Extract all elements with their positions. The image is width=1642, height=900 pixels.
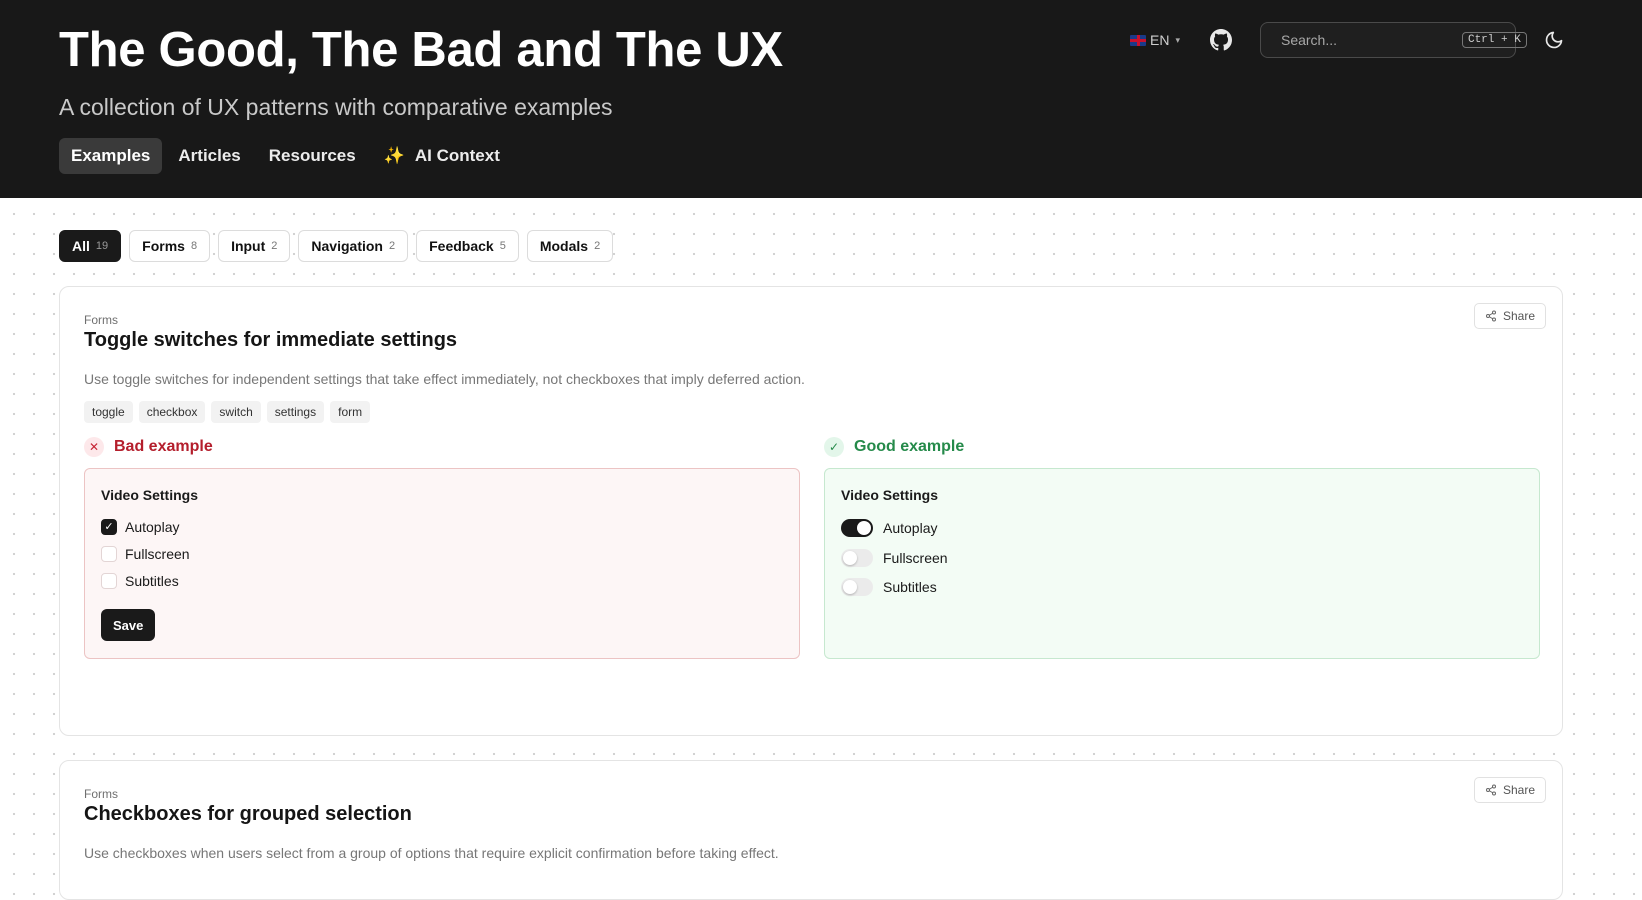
sparkle-icon: ✨: [383, 146, 405, 165]
filter-forms-count: 8: [190, 240, 198, 252]
bad-example-text: Bad example: [114, 438, 213, 455]
tag: switch: [211, 401, 261, 423]
share-icon: [1485, 310, 1496, 322]
checkbox-label: Subtitles: [125, 573, 179, 589]
card-description: Use toggle switches for independent sett…: [84, 371, 805, 387]
share-button[interactable]: Share: [1473, 777, 1546, 803]
filter-navigation[interactable]: Navigation 2: [298, 230, 409, 262]
filter-all-label: All: [72, 238, 90, 254]
save-button[interactable]: Save: [101, 609, 156, 641]
fullscreen-checkbox[interactable]: [101, 546, 117, 562]
x-icon: ✕: [84, 437, 104, 457]
nav-ai-context-label: AI Context: [414, 146, 500, 165]
good-example-label: ✓ Good example: [824, 437, 964, 457]
toggle-label: Autoplay: [883, 520, 938, 536]
filter-navigation-count: 2: [388, 240, 396, 252]
filter-all[interactable]: All 19: [59, 230, 122, 262]
category-filters: All 19 Forms 8 Input 2 Navigation 2 Feed…: [59, 230, 614, 262]
filter-modals-label: Modals: [539, 238, 589, 254]
toggle-knob: [843, 580, 857, 594]
tag: toggle: [84, 401, 133, 423]
checkbox-label: Autoplay: [125, 519, 180, 535]
moon-icon[interactable]: [1544, 30, 1564, 50]
good-example-text: Good example: [854, 438, 965, 455]
nav-articles-label: Articles: [178, 146, 241, 165]
example-card: Forms Toggle switches for immediate sett…: [59, 286, 1563, 736]
site-subtitle: A collection of UX patterns with compara…: [59, 94, 613, 120]
fullscreen-toggle[interactable]: [841, 549, 873, 567]
toggle-label: Fullscreen: [883, 550, 948, 566]
chevron-down-icon: ▾: [1175, 34, 1180, 45]
checkbox-label: Fullscreen: [125, 546, 190, 562]
filter-feedback[interactable]: Feedback 5: [416, 230, 519, 262]
language-label: EN: [1150, 32, 1170, 48]
card-category: Forms: [84, 313, 118, 327]
share-icon: [1485, 784, 1496, 796]
search-shortcut-badge: Ctrl + K: [1461, 32, 1527, 48]
autoplay-toggle-row[interactable]: Autoplay: [841, 519, 937, 537]
bad-example-panel: Video Settings ✓ Autoplay Fullscreen Sub…: [84, 468, 800, 659]
nav-resources-label: Resources: [268, 146, 356, 165]
example-card: Forms Checkboxes for grouped selection S…: [59, 760, 1563, 900]
card-description: Use checkboxes when users select from a …: [84, 845, 779, 861]
tag: checkbox: [138, 401, 206, 423]
subtitles-toggle-row[interactable]: Subtitles: [841, 578, 937, 596]
header-tools: EN ▾ Ctrl + K: [1130, 22, 1564, 58]
card-category: Forms: [84, 787, 118, 801]
card-title: Toggle switches for immediate settings: [84, 329, 458, 351]
check-icon: ✓: [824, 437, 844, 457]
share-label: Share: [1502, 309, 1535, 323]
share-label: Share: [1502, 783, 1535, 797]
filter-modals[interactable]: Modals 2: [526, 230, 614, 262]
check-icon: ✓: [104, 520, 114, 533]
filter-forms[interactable]: Forms 8: [129, 230, 211, 262]
fullscreen-toggle-row[interactable]: Fullscreen: [841, 549, 948, 567]
nav-examples-label: Examples: [71, 146, 151, 165]
nav-examples[interactable]: Examples: [59, 138, 163, 174]
github-icon[interactable]: [1209, 29, 1232, 51]
share-button[interactable]: Share: [1473, 303, 1546, 329]
bad-example-label: ✕ Bad example: [84, 437, 213, 457]
toggle-label: Subtitles: [883, 579, 937, 595]
subtitles-toggle[interactable]: [841, 578, 873, 596]
main-nav: Examples Articles Resources ✨ AI Context: [59, 138, 512, 174]
search-input[interactable]: [1280, 32, 1462, 48]
filter-feedback-label: Feedback: [429, 238, 494, 254]
good-example-panel: Video Settings Autoplay Fullscreen Subti…: [824, 468, 1540, 659]
site-header: The Good, The Bad and The UX A collectio…: [0, 0, 1642, 198]
language-switcher[interactable]: EN ▾: [1130, 32, 1180, 48]
filter-navigation-label: Navigation: [311, 238, 383, 254]
filter-input-label: Input: [231, 238, 266, 254]
tag: settings: [266, 401, 325, 423]
nav-resources[interactable]: Resources: [257, 138, 368, 174]
filter-forms-label: Forms: [142, 238, 185, 254]
filter-all-count: 19: [95, 240, 109, 252]
filter-modals-count: 2: [594, 240, 601, 252]
card-title: Checkboxes for grouped selection: [84, 803, 412, 825]
toggle-knob: [843, 551, 857, 565]
fullscreen-checkbox-row[interactable]: Fullscreen: [101, 546, 190, 562]
autoplay-checkbox-row[interactable]: ✓ Autoplay: [101, 519, 179, 535]
autoplay-checkbox[interactable]: ✓: [101, 519, 117, 535]
search-box[interactable]: Ctrl + K: [1259, 22, 1527, 58]
autoplay-toggle[interactable]: [841, 519, 873, 537]
nav-articles[interactable]: Articles: [166, 138, 252, 174]
tag: form: [330, 401, 371, 423]
subtitles-checkbox[interactable]: [101, 573, 117, 589]
site-title: The Good, The Bad and The UX: [59, 23, 783, 77]
panel-title: Video Settings: [841, 487, 938, 503]
panel-title: Video Settings: [101, 487, 198, 503]
toggle-knob: [857, 521, 871, 535]
nav-ai-context[interactable]: ✨ AI Context: [372, 138, 512, 174]
filter-input-count: 2: [271, 240, 278, 252]
subtitles-checkbox-row[interactable]: Subtitles: [101, 573, 179, 589]
filter-input[interactable]: Input 2: [218, 230, 291, 262]
tag-list: toggle checkbox switch settings form: [84, 401, 371, 423]
uk-flag-icon: [1130, 34, 1146, 46]
filter-feedback-count: 5: [499, 240, 506, 252]
